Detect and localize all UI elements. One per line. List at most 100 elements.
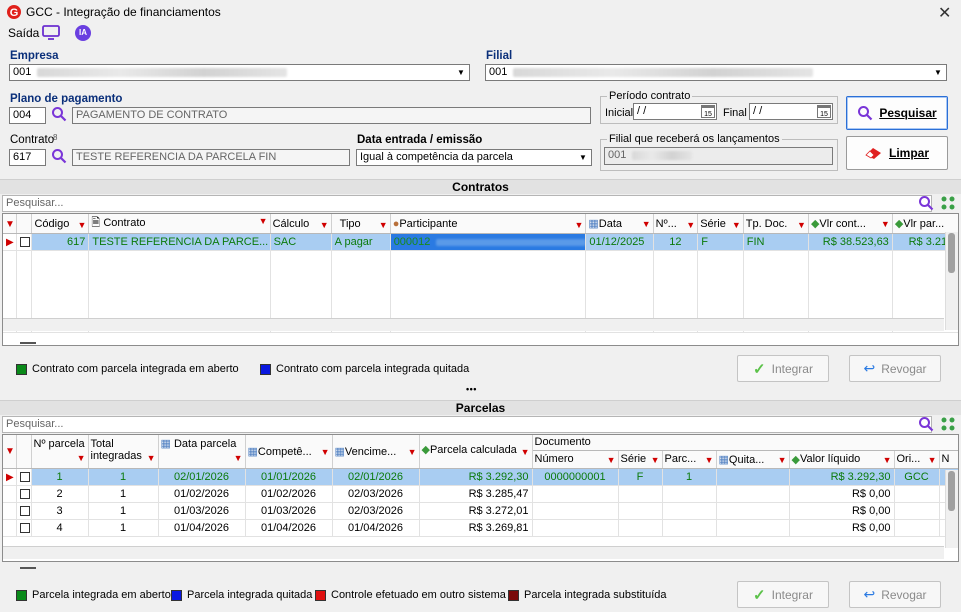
col-data[interactable]: ▦Data ▼ <box>585 214 654 234</box>
row-checkbox[interactable] <box>16 485 32 503</box>
calendar-icon[interactable]: 15 <box>817 105 831 118</box>
chevron-down-icon[interactable]: ▼ <box>931 66 945 79</box>
col-parc[interactable]: Parc... ▼ <box>662 450 717 469</box>
col-parcela-calculada[interactable]: ◆ Parcela calculada ▼ <box>419 435 533 469</box>
col-vlr-cont[interactable]: ◆Vlr cont... ▼ <box>808 214 893 234</box>
cell-serie <box>618 485 663 503</box>
contrato-code-input[interactable]: 617 <box>9 149 46 166</box>
scrollbar-thumb[interactable] <box>948 233 955 273</box>
col-vlr-par[interactable]: ◆Vlr par...▼ <box>892 214 958 234</box>
chevron-down-icon[interactable]: ▼ <box>576 151 590 164</box>
contratos-search-input[interactable]: Pesquisar... <box>2 195 932 212</box>
calendar-icon[interactable]: 15 <box>701 105 715 118</box>
ia-button[interactable]: IA <box>75 25 91 41</box>
col-serie[interactable]: Série ▼ <box>618 450 663 469</box>
table-row[interactable]: ▶ 1 1 02/01/2026 01/01/2026 02/01/2026 R… <box>3 468 958 486</box>
legend-color-swatch <box>260 363 271 375</box>
horizontal-scrollbar[interactable] <box>3 546 944 559</box>
search-icon[interactable] <box>51 106 67 122</box>
grid-options-icon[interactable] <box>940 416 956 432</box>
inicial-date-value: / / <box>637 105 647 117</box>
pesquisar-button[interactable]: Pesquisar <box>846 96 948 130</box>
cell-data: 01/03/2026 <box>158 502 246 520</box>
plano-code-input[interactable]: 004 <box>9 107 46 124</box>
cell-liquido: R$ 0,00 <box>789 519 895 537</box>
col-total-integradas[interactable]: Total integradas ▼ <box>88 435 159 469</box>
splitter-handle[interactable]: • • • <box>466 384 477 394</box>
table-row[interactable]: 3 1 01/03/2026 01/03/2026 02/03/2026 R$ … <box>3 502 958 520</box>
cell-calc: R$ 3.269,81 <box>419 519 533 537</box>
calendar-icon: ▦ <box>160 438 174 451</box>
col-quita[interactable]: ▦Quita... ▼ <box>716 450 790 469</box>
integrar-button-parcelas[interactable]: ✓ Integrar <box>737 581 829 608</box>
filter-corner[interactable]: ▼ <box>3 214 17 234</box>
col-num-parcela[interactable]: Nº parcela ▼ <box>31 435 89 469</box>
legend-parcela-substituida: Parcela integrada substituída <box>508 589 666 601</box>
grid-options-icon[interactable] <box>940 195 956 211</box>
cell-num: 4 <box>31 519 89 537</box>
empresa-select[interactable]: 001 ▼ <box>9 64 470 81</box>
col-n[interactable]: N <box>939 450 958 469</box>
filter-corner[interactable]: ▼ <box>3 435 17 469</box>
col-data-parcela[interactable]: ▦ Data parcela ▼ <box>158 435 246 469</box>
integrar-button-contratos[interactable]: ✓ Integrar <box>737 355 829 382</box>
col-participante[interactable]: ●Participante ▼ <box>390 214 587 234</box>
inicial-date-input[interactable]: / / 15 <box>633 103 717 120</box>
col-ori[interactable]: Ori... ▼ <box>894 450 940 469</box>
final-date-input[interactable]: / / 15 <box>749 103 833 120</box>
row-checkbox[interactable] <box>16 519 32 537</box>
scrollbar-thumb[interactable] <box>948 471 955 511</box>
limpar-button[interactable]: Limpar <box>846 136 948 170</box>
col-tipo[interactable]: Tipo ▼ <box>331 214 391 234</box>
monitor-icon[interactable] <box>42 25 60 40</box>
search-icon[interactable] <box>918 416 934 432</box>
limpar-label: Limpar <box>888 146 929 160</box>
cell-liquido: R$ 0,00 <box>789 485 895 503</box>
cell-quita <box>716 468 790 486</box>
cell-calculo: SAC <box>270 233 332 251</box>
data-entrada-select[interactable]: Igual à competência da parcela ▼ <box>356 149 592 166</box>
close-button[interactable]: ✕ <box>938 3 951 23</box>
parcelas-search-input[interactable]: Pesquisar... <box>2 416 932 433</box>
row-checkbox[interactable] <box>16 233 33 251</box>
horizontal-scrollbar[interactable] <box>3 318 944 331</box>
row-checkbox[interactable] <box>16 502 32 520</box>
menu-saida[interactable]: Saída <box>8 26 39 40</box>
cell-venc: 02/03/2026 <box>332 502 420 520</box>
empresa-name-redacted <box>37 67 288 77</box>
col-numero[interactable]: Número ▼ <box>532 450 619 469</box>
revogar-button-parcelas[interactable]: ↩ Revogar <box>849 581 941 608</box>
col-serie[interactable]: Série ▼ <box>697 214 744 234</box>
col-tpdoc[interactable]: Tp. Doc. ▼ <box>743 214 809 234</box>
search-icon[interactable] <box>918 195 934 211</box>
col-numero[interactable]: Nº... ▼ <box>653 214 699 234</box>
cell-quita <box>716 502 790 520</box>
col-codigo[interactable]: Código ▼ <box>31 214 90 234</box>
col-valor-liquido[interactable]: ◆ Valor líquido ▼ <box>789 450 895 469</box>
filter-icon: ▼ <box>927 455 937 465</box>
row-checkbox[interactable] <box>16 468 32 486</box>
col-contrato[interactable]: 🗎 Contrato ▼ <box>88 214 271 234</box>
parcelas-grid[interactable]: ▼ Nº parcela ▼ Total integradas ▼ ▦ Data p… <box>2 434 959 562</box>
calendar-icon: ▦ <box>247 445 258 458</box>
table-row[interactable]: ▶ 617 TESTE REFERENCIA DA PARCE... SAC A… <box>3 233 958 251</box>
table-row[interactable]: 4 1 01/04/2026 01/04/2026 01/04/2026 R$ … <box>3 519 958 537</box>
table-row[interactable]: 2 1 01/02/2026 01/02/2026 02/03/2026 R$ … <box>3 485 958 503</box>
col-calculo[interactable]: Cálculo ▼ <box>270 214 332 234</box>
cell-tipo: A pagar <box>331 233 391 251</box>
cell-serie: F <box>697 233 744 251</box>
calendar-icon: ▦ <box>334 445 345 458</box>
revogar-button-contratos[interactable]: ↩ Revogar <box>849 355 941 382</box>
chevron-down-icon[interactable]: ▼ <box>454 66 468 79</box>
filial-lanc-label: Filial que receberá os lançamentos <box>607 133 782 145</box>
cell-calc: R$ 3.272,01 <box>419 502 533 520</box>
col-vencimento[interactable]: ▦Vencime... ▼ <box>332 435 420 469</box>
cell-vlr-cont: R$ 38.523,63 <box>808 233 893 251</box>
col-competencia[interactable]: ▦Competê... ▼ <box>245 435 333 469</box>
filter-icon: ▼ <box>146 453 156 464</box>
filter-icon: ▼ <box>686 219 696 230</box>
filial-select[interactable]: 001 ▼ <box>485 64 947 81</box>
cell-data: 01/12/2025 <box>585 233 654 251</box>
search-icon[interactable] <box>51 148 67 164</box>
cell-liquido: R$ 3.292,30 <box>789 468 895 486</box>
